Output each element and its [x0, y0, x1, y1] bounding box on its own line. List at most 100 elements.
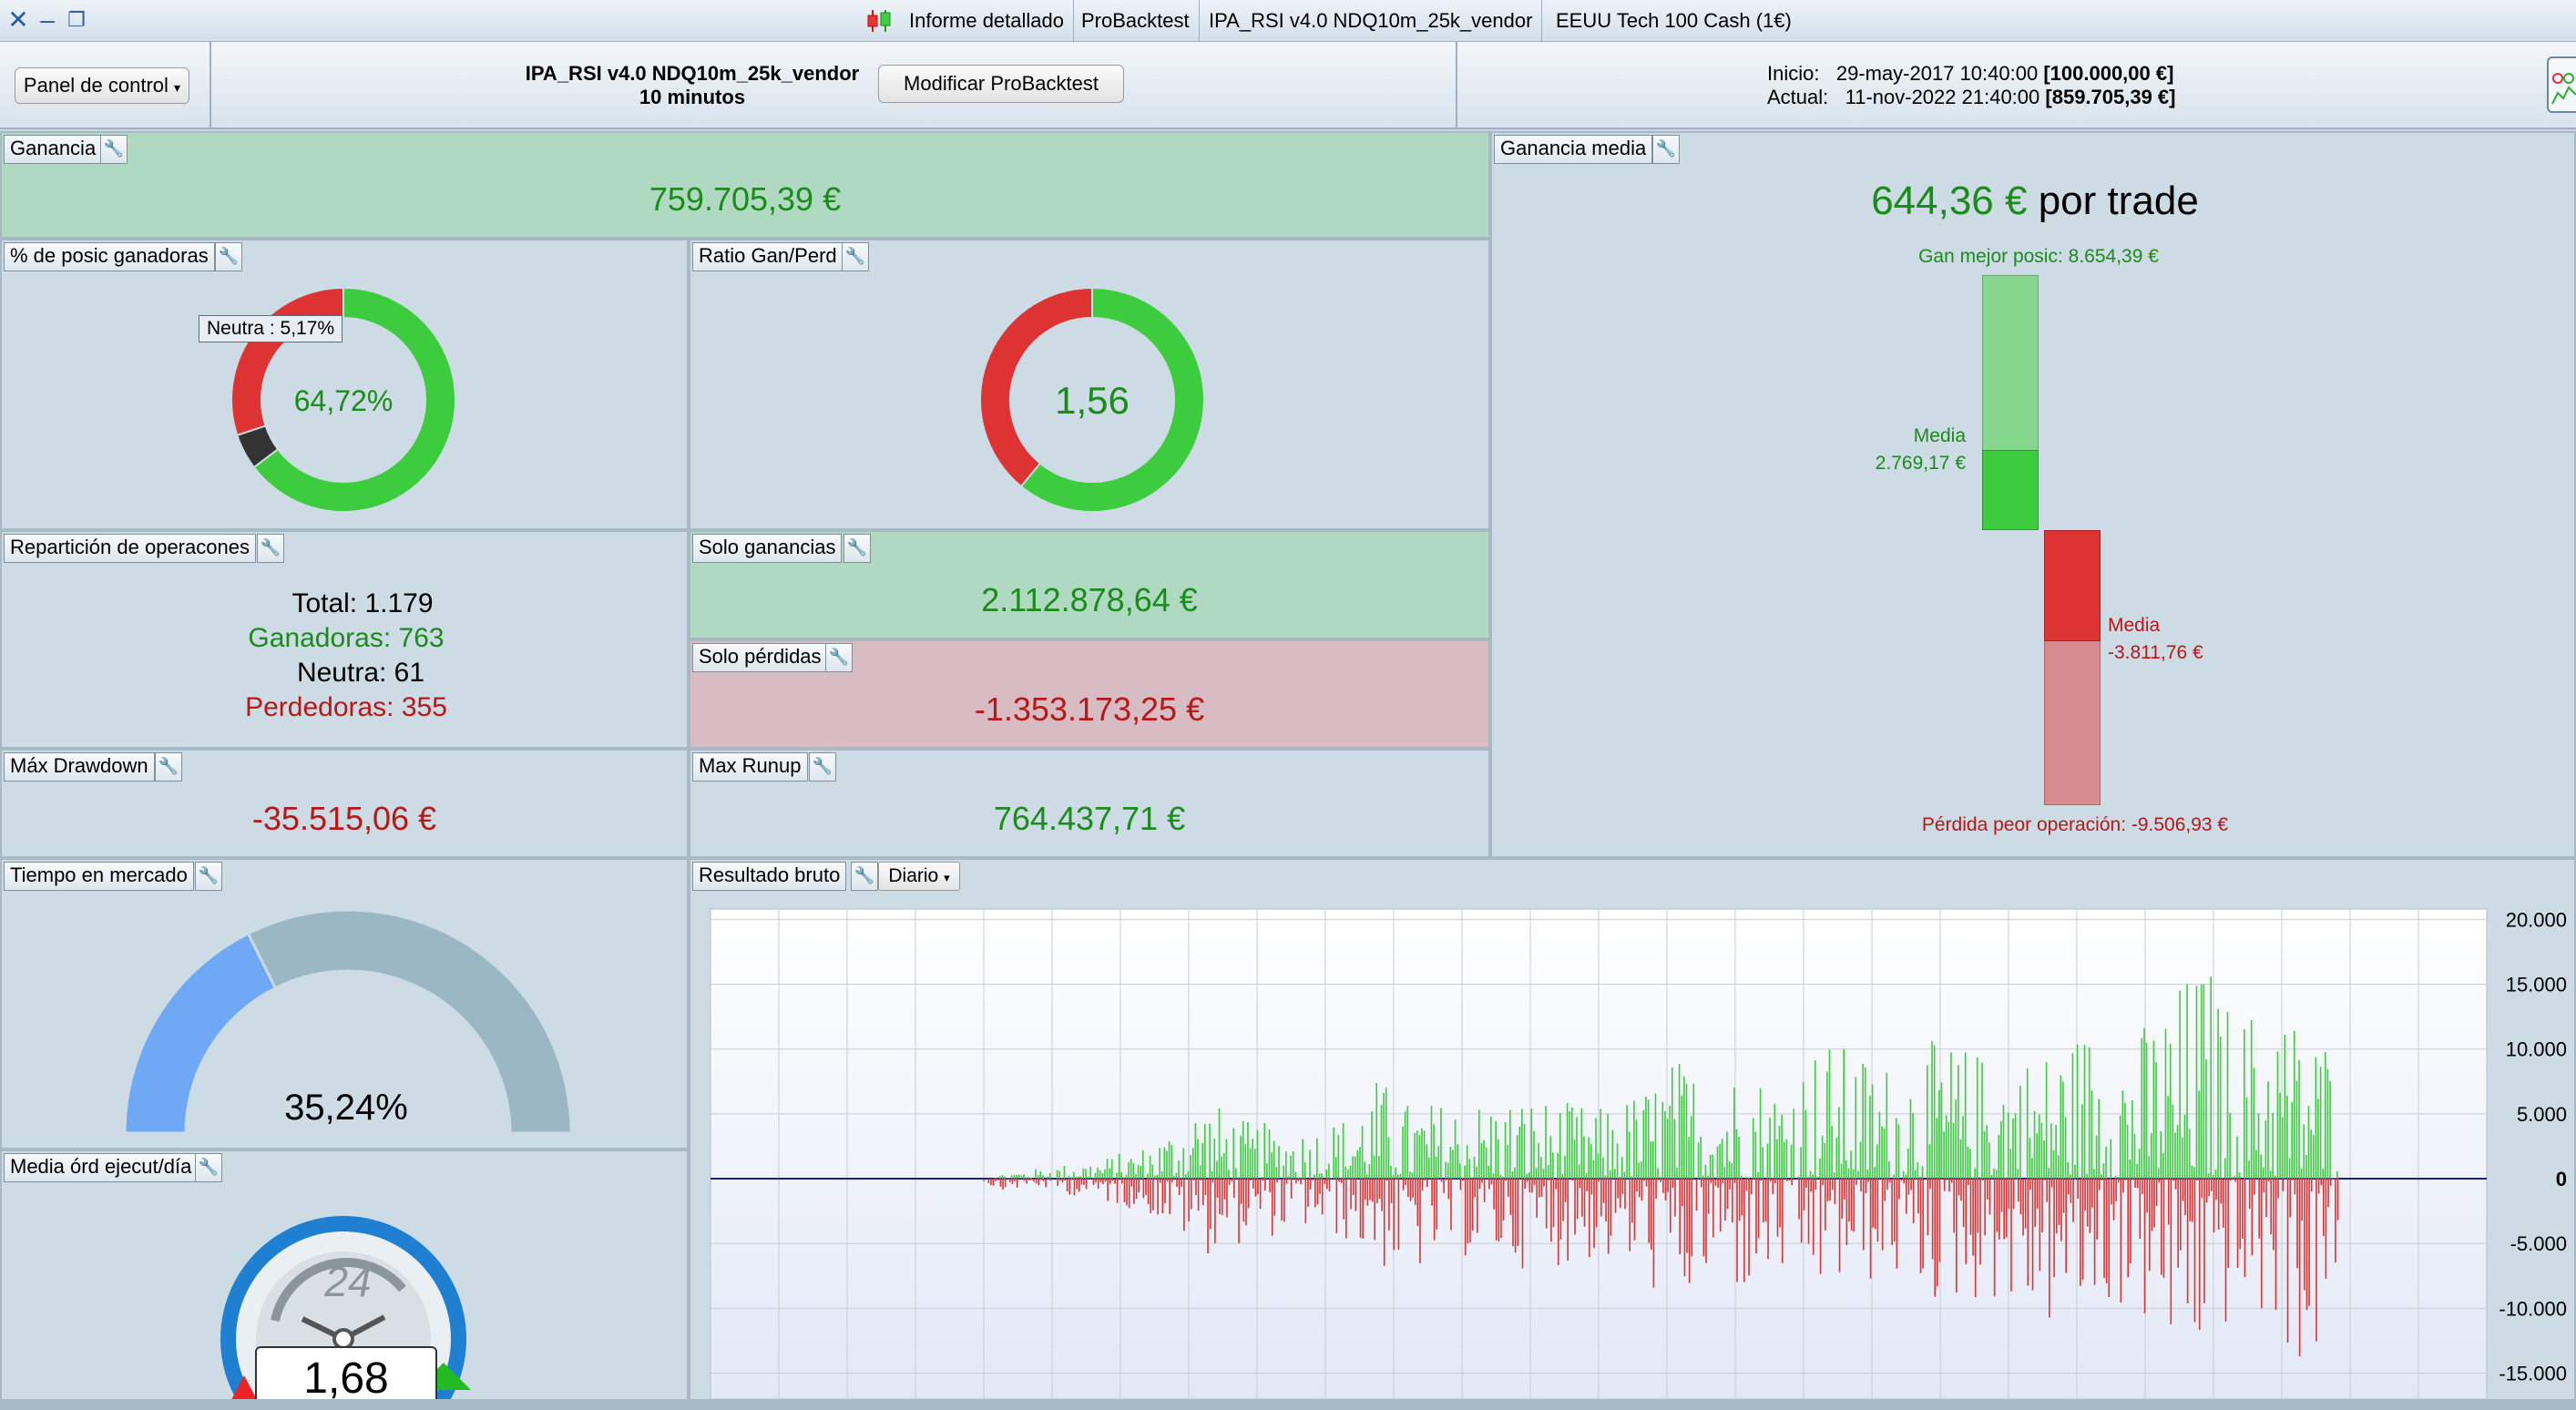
bar-positive — [2213, 1174, 2214, 1180]
bar-negative — [1057, 1179, 1058, 1187]
tab-strategy[interactable]: IPA_RSI v4.0 NDQ10m_25k_vendor — [1200, 0, 1543, 42]
wrench-icon[interactable]: 🔧 — [1652, 135, 1680, 164]
bar-positive — [1623, 1171, 1626, 1180]
bar-negative — [1500, 1179, 1502, 1239]
wrench-icon[interactable]: 🔧 — [215, 242, 242, 271]
bar-positive — [1833, 1172, 1835, 1180]
bar-negative — [2254, 1179, 2255, 1195]
bar-positive — [2114, 1175, 2117, 1180]
bar-negative — [1064, 1179, 1066, 1181]
bar-negative — [1953, 1179, 1955, 1233]
wrench-icon[interactable]: 🔧 — [100, 135, 128, 164]
restore-icon[interactable]: ❐ — [64, 7, 89, 33]
bar-negative — [1929, 1179, 1931, 1190]
tab-instrument[interactable]: EEUU Tech 100 Cash (1€) — [1547, 0, 1801, 42]
bar-negative — [2024, 1179, 2027, 1229]
wrench-icon[interactable]: 🔧 — [809, 752, 836, 782]
bar-negative — [2211, 1179, 2213, 1191]
bar-positive — [1978, 1177, 1981, 1180]
bar-negative — [1958, 1179, 1960, 1196]
bar-negative — [1145, 1179, 1147, 1195]
minimize-icon[interactable]: – — [35, 7, 60, 33]
bar-negative — [1281, 1179, 1283, 1221]
bar-negative — [2111, 1179, 2112, 1205]
bar-positive — [1073, 1171, 1075, 1180]
wrench-icon[interactable]: 🔧 — [155, 752, 182, 782]
bar-positive — [1542, 1168, 1545, 1180]
solo-perdidas-panel: Solo pérdidas 🔧 -1.353.173,25 € — [689, 639, 1490, 749]
bar-negative — [1004, 1179, 1007, 1188]
bar-negative — [1803, 1179, 1805, 1211]
bar-negative — [2232, 1179, 2234, 1180]
bar-positive — [2026, 1068, 2029, 1180]
bar-negative — [1347, 1179, 1350, 1180]
bar-positive — [2093, 1169, 2095, 1180]
bar-negative — [1026, 1179, 1027, 1184]
bar-positive — [1578, 1164, 1580, 1180]
avg-suffix: por trade — [2038, 179, 2199, 223]
bar-positive — [1526, 1173, 1528, 1180]
bar-negative — [1133, 1179, 1135, 1204]
wrench-icon[interactable]: 🔧 — [843, 534, 871, 563]
bar-positive — [1507, 1145, 1508, 1180]
wrench-icon[interactable]: 🔧 — [195, 1153, 222, 1182]
bar-negative — [1822, 1179, 1825, 1186]
media-ord-panel: Media órd ejecut/día 🔧 24 1,68 — [0, 1149, 689, 1401]
bar-negative — [1142, 1179, 1145, 1199]
bar-positive — [1151, 1164, 1154, 1180]
bar-positive — [1790, 1144, 1793, 1180]
bar-positive — [2150, 1133, 2152, 1180]
bar-negative — [1660, 1179, 1662, 1182]
bar-negative — [2234, 1179, 2236, 1182]
bar-negative — [1974, 1179, 1977, 1298]
worst-trade-label: Pérdida peor operación: -9.506,93 € — [1921, 814, 2229, 835]
bar-negative — [1538, 1179, 1540, 1198]
bar-negative — [1176, 1179, 1178, 1188]
bar-negative — [1682, 1179, 1683, 1207]
bar-positive — [1697, 1142, 1700, 1180]
bar-positive — [1635, 1119, 1638, 1180]
tab-probacktest[interactable]: ProBacktest — [1072, 0, 1200, 42]
wrench-icon[interactable]: 🔧 — [825, 643, 853, 672]
close-icon[interactable]: ✕ — [5, 7, 31, 33]
bar-positive — [2157, 1168, 2160, 1180]
bar-positive — [2291, 1101, 2293, 1180]
bar-positive — [1835, 1138, 1838, 1180]
wrench-icon[interactable]: 🔧 — [195, 862, 222, 891]
bar-positive — [2269, 1170, 2272, 1180]
modify-probacktest-button[interactable]: Modificar ProBacktest — [878, 65, 1124, 103]
bar-negative — [1002, 1179, 1004, 1190]
bar-negative — [1231, 1179, 1233, 1181]
bar-negative — [2091, 1179, 2093, 1208]
bar-positive — [1492, 1173, 1495, 1180]
bar-negative — [983, 1179, 985, 1181]
bar-negative — [2077, 1179, 2080, 1199]
bar-positive — [1909, 1098, 1912, 1180]
bar-negative — [1467, 1179, 1469, 1244]
runup-value: 764.437,71 € — [993, 800, 1186, 837]
bar-positive — [1237, 1177, 1240, 1180]
bar-positive — [2050, 1123, 2052, 1180]
bar-positive — [1023, 1174, 1025, 1180]
win-pct-value: 64,72% — [293, 384, 394, 417]
wrench-icon[interactable]: 🔧 — [842, 242, 869, 271]
bar-positive — [1659, 1177, 1661, 1180]
bar-negative — [1662, 1179, 1664, 1193]
bar-positive — [1683, 1076, 1685, 1180]
bar-negative — [1524, 1179, 1526, 1190]
bar-positive — [1221, 1156, 1222, 1180]
drawdown-panel: Máx Drawdown 🔧 -35.515,06 € — [0, 749, 689, 858]
bar-negative — [1965, 1179, 1968, 1264]
bar-negative — [1397, 1179, 1400, 1251]
bar-positive — [1242, 1120, 1244, 1180]
bar-negative — [1202, 1179, 1204, 1206]
tab-informe-detallado[interactable]: Informe detallado — [900, 0, 1074, 42]
wrench-icon[interactable]: 🔧 — [257, 534, 284, 563]
bar-positive — [1700, 1136, 1702, 1180]
panel-menu-button[interactable]: Panel de control ▾ — [15, 67, 189, 104]
bar-negative — [2203, 1179, 2205, 1303]
avg-win-bar — [1982, 450, 2039, 530]
bar-positive — [2274, 1175, 2276, 1180]
report-chart-icon[interactable] — [2547, 56, 2576, 113]
bar-negative — [1223, 1179, 1226, 1200]
